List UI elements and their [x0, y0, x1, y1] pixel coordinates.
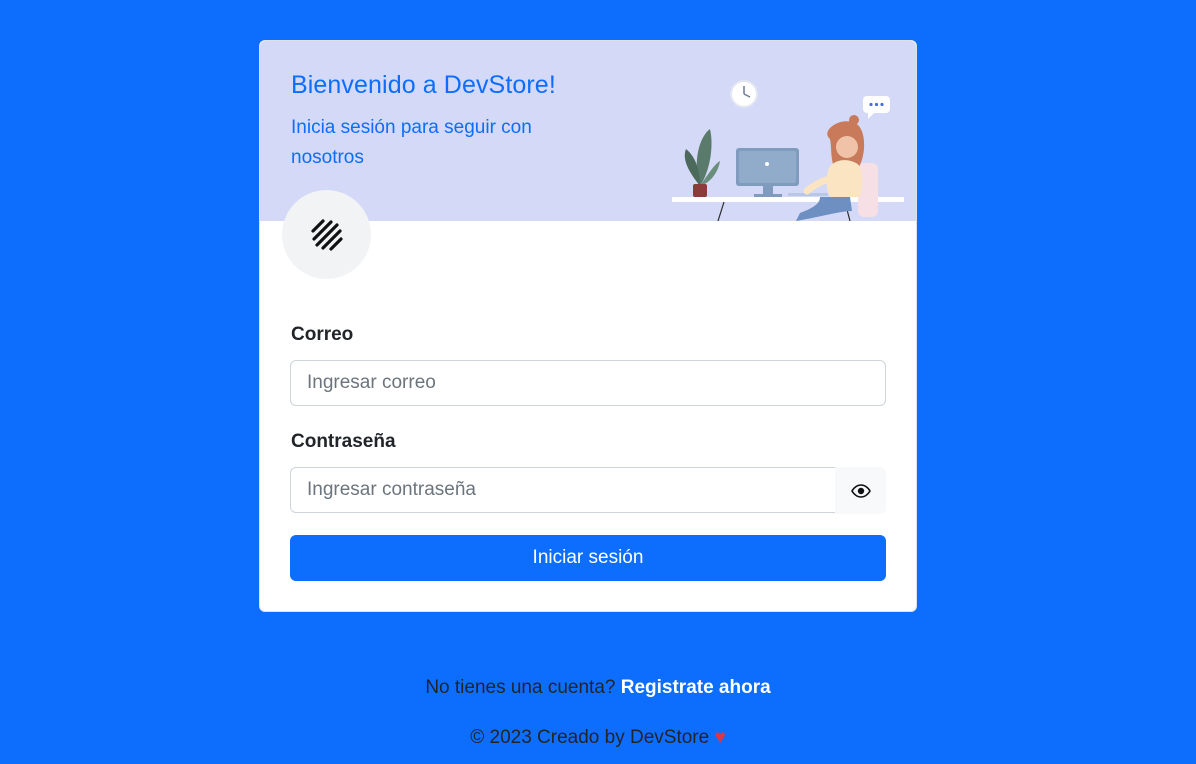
- stripes-logo-icon: [310, 218, 343, 251]
- copyright-line: © 2023 Creado by DevStore ♥: [0, 727, 1196, 749]
- register-prompt-line: No tienes una cuenta? Registrate ahora: [0, 677, 1196, 699]
- banner-subtitle: Inicia sesión para seguir con nosotros: [291, 117, 532, 168]
- email-input[interactable]: [290, 360, 886, 406]
- welcome-banner: Bienvenido a DevStore! Inicia sesión par…: [260, 41, 916, 221]
- login-card: Bienvenido a DevStore! Inicia sesión par…: [259, 40, 917, 612]
- email-label: Correo: [291, 324, 354, 345]
- register-link[interactable]: Registrate ahora: [621, 677, 771, 698]
- woman-at-computer-illustration: [672, 80, 904, 221]
- register-prompt-text: No tienes una cuenta?: [425, 677, 616, 698]
- banner-title: Bienvenido a DevStore!: [291, 71, 556, 99]
- heart-icon: ♥: [714, 727, 726, 748]
- password-label: Contraseña: [291, 431, 396, 452]
- login-button[interactable]: Iniciar sesión: [290, 535, 886, 581]
- brand-logo: [282, 190, 371, 279]
- eye-icon: [850, 483, 871, 498]
- password-input[interactable]: [290, 467, 836, 513]
- copyright-text: © 2023 Creado by DevStore: [470, 727, 710, 748]
- toggle-password-visibility-button[interactable]: [835, 467, 886, 514]
